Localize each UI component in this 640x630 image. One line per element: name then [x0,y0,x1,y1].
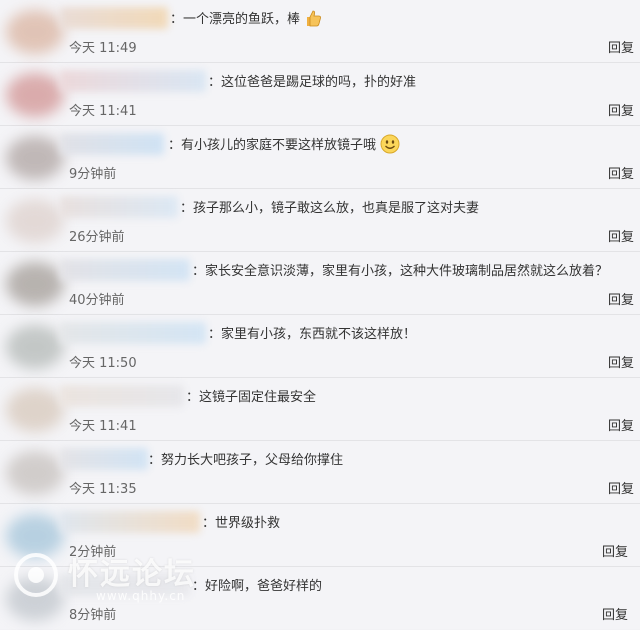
comment-time: 8分钟前 [69,608,117,623]
avatar[interactable] [6,325,64,369]
comment-text: ：有小孩儿的家庭不要这样放镜子哦 [168,134,400,154]
comment-text: ：家里有小孩，东西就不该这样放！ [208,327,417,342]
avatar[interactable] [6,199,64,243]
comment-time: 26分钟前 [69,230,125,245]
comment-time: 今天 11:35 [69,482,137,497]
thumbs-up-icon [307,10,322,27]
avatar[interactable] [6,514,64,558]
avatar[interactable] [6,577,64,621]
avatar[interactable] [6,10,64,54]
reply-button[interactable]: 回复 [608,478,634,497]
comment-time: 9分钟前 [69,167,117,182]
comment-text: ：好险啊，爸爸好样的 [192,579,323,594]
avatar[interactable] [6,451,64,495]
comment-time: 2分钟前 [69,545,117,560]
comment-row: ：家长安全意识淡薄，家里有小孩，这种大件玻璃制品居然就这么放着？ 40分钟前 回… [0,252,640,315]
username-blurred[interactable] [60,385,184,407]
comment-text: ：这镜子固定住最安全 [186,390,317,405]
reply-button[interactable]: 回复 [608,37,634,56]
username-blurred[interactable] [60,511,200,533]
reply-button[interactable]: 回复 [608,100,634,119]
reply-button[interactable]: 回复 [608,226,634,245]
username-blurred[interactable] [60,259,190,281]
avatar[interactable] [6,73,64,117]
comment-row: ：世界级扑救 2分钟前 回复 [0,504,640,567]
comment-row: ：有小孩儿的家庭不要这样放镜子哦 9分钟前 回复 [0,126,640,189]
username-blurred[interactable] [60,574,190,596]
comment-text: ：这位爸爸是踢足球的吗，扑的好准 [208,75,417,90]
reply-button[interactable]: 回复 [608,163,634,182]
comment-row: ：一个漂亮的鱼跃，棒 今天 11:49 回复 [0,0,640,63]
comment-row: ：努力长大吧孩子，父母给你撑住 今天 11:35 回复 [0,441,640,504]
comment-time: 今天 11:41 [69,104,137,119]
comment-time: 40分钟前 [69,293,125,308]
username-blurred[interactable] [60,7,168,29]
reply-button[interactable]: 回复 [608,415,634,434]
smile-icon [380,134,400,154]
comment-row: ：这位爸爸是踢足球的吗，扑的好准 今天 11:41 回复 [0,63,640,126]
comment-row: ：孩子那么小，镜子敢这么放，也真是服了这对夫妻 26分钟前 回复 [0,189,640,252]
comment-text: ：世界级扑救 [202,516,281,531]
comment-time: 今天 11:41 [69,419,137,434]
username-blurred[interactable] [60,196,178,218]
comment-text: ：家长安全意识淡薄，家里有小孩，这种大件玻璃制品居然就这么放着？ [192,264,609,279]
avatar[interactable] [6,262,64,306]
reply-button[interactable]: 回复 [608,289,634,308]
username-blurred[interactable] [60,322,206,344]
avatar[interactable] [6,388,64,432]
username-blurred[interactable] [60,133,164,155]
comment-list: ：一个漂亮的鱼跃，棒 今天 11:49 回复 ：这位爸爸是踢足球的吗，扑的好准 … [0,0,640,630]
comment-time: 今天 11:50 [69,356,137,371]
reply-button[interactable]: 回复 [602,604,628,623]
reply-button[interactable]: 回复 [602,541,628,560]
comment-text: ：一个漂亮的鱼跃，棒 [170,8,322,27]
reply-button[interactable]: 回复 [608,352,634,371]
comment-row: ：家里有小孩，东西就不该这样放！ 今天 11:50 回复 [0,315,640,378]
comment-time: 今天 11:49 [69,41,137,56]
comment-text: ：努力长大吧孩子，父母给你撑住 [148,453,344,468]
username-blurred[interactable] [60,70,206,92]
comment-text: ：孩子那么小，镜子敢这么放，也真是服了这对夫妻 [180,201,480,216]
comment-row: ：这镜子固定住最安全 今天 11:41 回复 [0,378,640,441]
avatar[interactable] [6,136,64,180]
username-blurred[interactable] [60,448,148,470]
comment-row: ：好险啊，爸爸好样的 8分钟前 回复 [0,567,640,629]
